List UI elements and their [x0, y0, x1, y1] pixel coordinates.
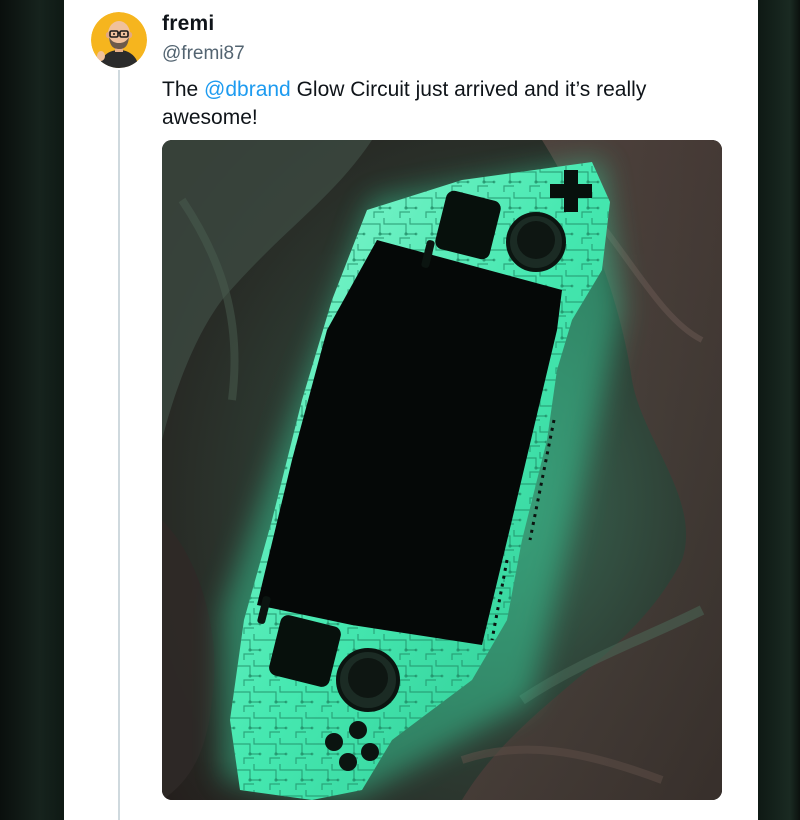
page-background: fremi @fremi87 The @dbrand Glow Circuit … — [0, 0, 800, 820]
display-name[interactable]: fremi — [162, 12, 214, 36]
thread-connector-line — [118, 70, 120, 820]
tweet-photo[interactable] — [162, 140, 722, 800]
mention-link[interactable]: @dbrand — [204, 78, 291, 101]
tweet-text: The @dbrand Glow Circuit just arrived an… — [162, 76, 722, 132]
user-avatar[interactable] — [91, 12, 147, 68]
tweet-card: fremi @fremi87 The @dbrand Glow Circuit … — [64, 0, 758, 820]
user-handle[interactable]: @fremi87 — [162, 43, 245, 65]
avatar-icon — [91, 12, 147, 68]
tweet-text-before: The — [162, 78, 205, 101]
glowing-console-photo — [162, 140, 722, 800]
